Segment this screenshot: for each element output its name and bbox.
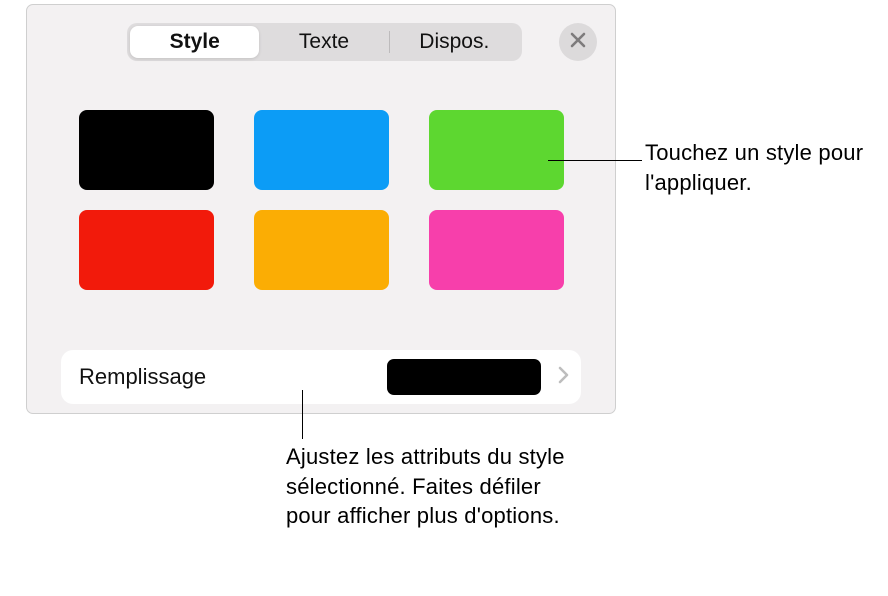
tab-style-label: Style: [170, 30, 220, 54]
tab-layout-label: Dispos.: [419, 30, 489, 54]
chevron-right-icon: [558, 366, 569, 389]
callout-leader-1: [548, 160, 642, 161]
fill-swatch[interactable]: [387, 359, 541, 395]
tab-style[interactable]: Style: [130, 26, 259, 58]
tab-text[interactable]: Texte: [259, 26, 388, 58]
style-swatch-green[interactable]: [429, 110, 564, 190]
tab-text-label: Texte: [299, 30, 349, 54]
style-swatch-blue[interactable]: [254, 110, 389, 190]
style-swatch-orange[interactable]: [254, 210, 389, 290]
tab-layout[interactable]: Dispos.: [390, 26, 519, 58]
close-icon: [570, 32, 586, 53]
style-swatch-red[interactable]: [79, 210, 214, 290]
fill-row[interactable]: Remplissage: [61, 350, 581, 404]
callout-leader-2: [302, 390, 303, 439]
style-swatch-pink[interactable]: [429, 210, 564, 290]
fill-label: Remplissage: [79, 364, 387, 390]
close-button[interactable]: [559, 23, 597, 61]
tab-bar: Style Texte Dispos.: [127, 23, 522, 61]
callout-adjust-attrs: Ajustez les attributs du style sélection…: [286, 442, 586, 531]
fill-disclosure[interactable]: [551, 366, 575, 389]
style-swatch-grid: [79, 110, 564, 290]
callout-apply-style: Touchez un style pour l'appliquer.: [645, 138, 885, 197]
style-swatch-black[interactable]: [79, 110, 214, 190]
format-panel: Style Texte Dispos. Remplissage: [26, 4, 616, 414]
